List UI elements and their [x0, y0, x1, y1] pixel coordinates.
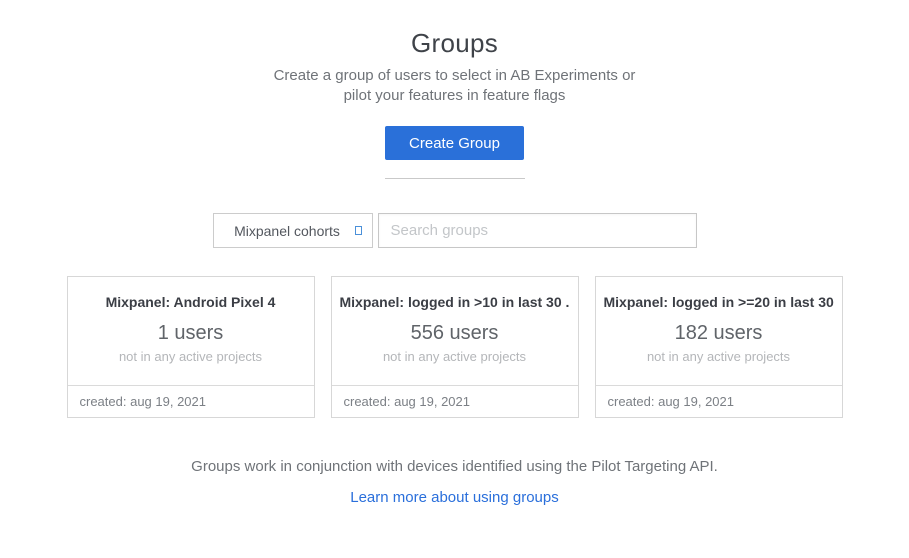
group-card[interactable]: Mixpanel: logged in >10 in last 30 ... 5…	[331, 276, 579, 418]
groups-page: Groups Create a group of users to select…	[0, 0, 909, 558]
section-divider	[385, 178, 525, 179]
filters-row: Mixpanel cohorts	[213, 213, 697, 248]
footer-note: Groups work in conjunction with devices …	[0, 458, 909, 475]
group-card-body: Mixpanel: Android Pixel 4 1 users not in…	[68, 277, 314, 385]
learn-more-link[interactable]: Learn more about using groups	[350, 489, 558, 506]
group-projects-note: not in any active projects	[604, 349, 834, 364]
page-header: Groups Create a group of users to select…	[0, 0, 909, 179]
group-projects-note: not in any active projects	[340, 349, 570, 364]
group-name: Mixpanel: Android Pixel 4	[76, 294, 306, 310]
group-user-count: 182 users	[604, 322, 834, 345]
group-card[interactable]: Mixpanel: logged in >=20 in last 30... 1…	[595, 276, 843, 418]
group-name: Mixpanel: logged in >=20 in last 30...	[604, 294, 834, 310]
group-created-date: created: aug 19, 2021	[332, 385, 578, 417]
group-name: Mixpanel: logged in >10 in last 30 ...	[340, 294, 570, 310]
group-card-body: Mixpanel: logged in >10 in last 30 ... 5…	[332, 277, 578, 385]
group-card[interactable]: Mixpanel: Android Pixel 4 1 users not in…	[67, 276, 315, 418]
page-title: Groups	[0, 28, 909, 59]
cohort-dropdown-value: Mixpanel cohorts	[228, 223, 347, 239]
group-card-body: Mixpanel: logged in >=20 in last 30... 1…	[596, 277, 842, 385]
group-projects-note: not in any active projects	[76, 349, 306, 364]
cohort-source-dropdown[interactable]: Mixpanel cohorts	[213, 213, 373, 248]
page-subtitle: Create a group of users to select in AB …	[265, 66, 645, 106]
group-user-count: 1 users	[76, 322, 306, 345]
create-group-button[interactable]: Create Group	[385, 126, 524, 160]
page-footer: Groups work in conjunction with devices …	[0, 458, 909, 507]
dropdown-indicator-icon	[355, 226, 362, 235]
group-created-date: created: aug 19, 2021	[68, 385, 314, 417]
search-groups-input[interactable]	[378, 213, 697, 248]
group-created-date: created: aug 19, 2021	[596, 385, 842, 417]
group-user-count: 556 users	[340, 322, 570, 345]
group-cards-row: Mixpanel: Android Pixel 4 1 users not in…	[67, 276, 843, 418]
